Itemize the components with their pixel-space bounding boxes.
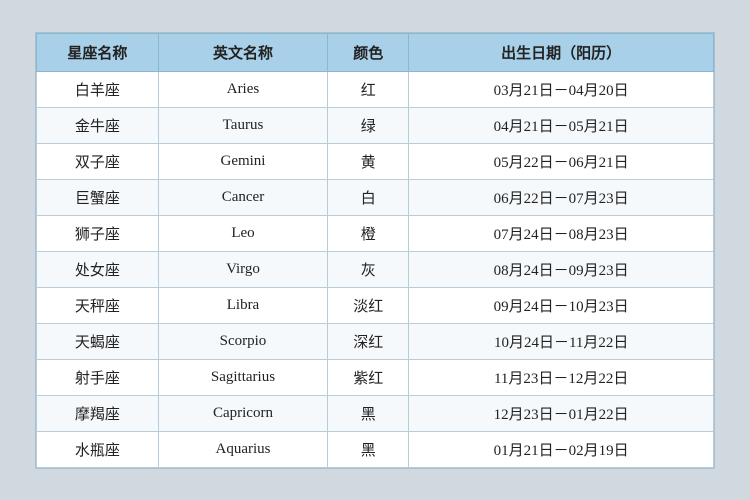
cell-date: 04月21日－05月21日 (409, 107, 714, 143)
cell-date: 08月24日－09月23日 (409, 251, 714, 287)
zodiac-table: 星座名称 英文名称 颜色 出生日期（阳历） 白羊座Aries红03月21日－04… (36, 33, 714, 468)
cell-chinese: 巨蟹座 (37, 179, 159, 215)
cell-date: 09月24日－10月23日 (409, 287, 714, 323)
table-row: 金牛座Taurus绿04月21日－05月21日 (37, 107, 714, 143)
cell-color: 白 (328, 179, 409, 215)
cell-date: 03月21日－04月20日 (409, 71, 714, 107)
table-row: 水瓶座Aquarius黑01月21日－02月19日 (37, 431, 714, 467)
table-row: 天秤座Libra淡红09月24日－10月23日 (37, 287, 714, 323)
cell-chinese: 天蝎座 (37, 323, 159, 359)
cell-color: 淡红 (328, 287, 409, 323)
cell-color: 黄 (328, 143, 409, 179)
cell-chinese: 水瓶座 (37, 431, 159, 467)
cell-chinese: 双子座 (37, 143, 159, 179)
cell-color: 绿 (328, 107, 409, 143)
table-row: 处女座Virgo灰08月24日－09月23日 (37, 251, 714, 287)
cell-chinese: 处女座 (37, 251, 159, 287)
cell-color: 橙 (328, 215, 409, 251)
table-row: 狮子座Leo橙07月24日－08月23日 (37, 215, 714, 251)
cell-english: Capricorn (158, 395, 327, 431)
table-header-row: 星座名称 英文名称 颜色 出生日期（阳历） (37, 33, 714, 71)
cell-chinese: 狮子座 (37, 215, 159, 251)
table-row: 巨蟹座Cancer白06月22日－07月23日 (37, 179, 714, 215)
cell-date: 11月23日－12月22日 (409, 359, 714, 395)
cell-date: 01月21日－02月19日 (409, 431, 714, 467)
cell-english: Libra (158, 287, 327, 323)
cell-chinese: 摩羯座 (37, 395, 159, 431)
cell-color: 紫红 (328, 359, 409, 395)
cell-date: 06月22日－07月23日 (409, 179, 714, 215)
header-date: 出生日期（阳历） (409, 33, 714, 71)
cell-english: Cancer (158, 179, 327, 215)
cell-color: 灰 (328, 251, 409, 287)
table-body: 白羊座Aries红03月21日－04月20日金牛座Taurus绿04月21日－0… (37, 71, 714, 467)
cell-color: 深红 (328, 323, 409, 359)
header-chinese: 星座名称 (37, 33, 159, 71)
cell-date: 12月23日－01月22日 (409, 395, 714, 431)
cell-english: Aquarius (158, 431, 327, 467)
cell-english: Sagittarius (158, 359, 327, 395)
table-row: 白羊座Aries红03月21日－04月20日 (37, 71, 714, 107)
cell-date: 05月22日－06月21日 (409, 143, 714, 179)
header-english: 英文名称 (158, 33, 327, 71)
cell-english: Taurus (158, 107, 327, 143)
cell-color: 黑 (328, 395, 409, 431)
table-row: 天蝎座Scorpio深红10月24日－11月22日 (37, 323, 714, 359)
cell-english: Aries (158, 71, 327, 107)
cell-color: 红 (328, 71, 409, 107)
table-row: 摩羯座Capricorn黑12月23日－01月22日 (37, 395, 714, 431)
cell-english: Virgo (158, 251, 327, 287)
table-row: 射手座Sagittarius紫红11月23日－12月22日 (37, 359, 714, 395)
cell-english: Scorpio (158, 323, 327, 359)
cell-chinese: 白羊座 (37, 71, 159, 107)
cell-chinese: 射手座 (37, 359, 159, 395)
table-row: 双子座Gemini黄05月22日－06月21日 (37, 143, 714, 179)
cell-date: 10月24日－11月22日 (409, 323, 714, 359)
cell-color: 黑 (328, 431, 409, 467)
cell-chinese: 天秤座 (37, 287, 159, 323)
cell-english: Gemini (158, 143, 327, 179)
zodiac-table-container: 星座名称 英文名称 颜色 出生日期（阳历） 白羊座Aries红03月21日－04… (35, 32, 715, 469)
cell-date: 07月24日－08月23日 (409, 215, 714, 251)
cell-english: Leo (158, 215, 327, 251)
cell-chinese: 金牛座 (37, 107, 159, 143)
header-color: 颜色 (328, 33, 409, 71)
